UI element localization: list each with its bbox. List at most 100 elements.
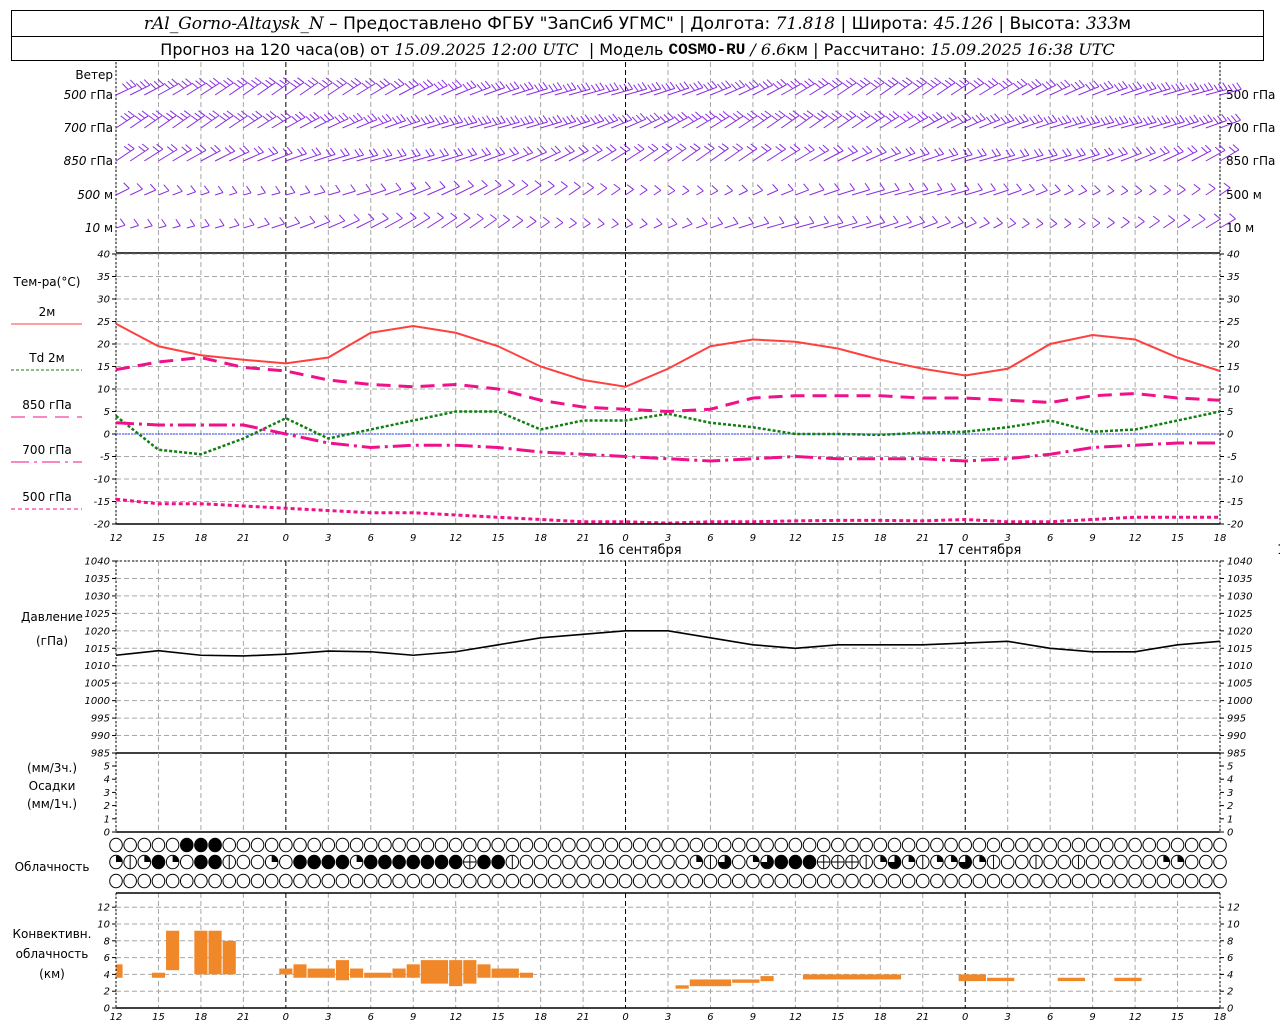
cloud-cover-circle: [151, 873, 166, 889]
temp-ytick-label: 15: [97, 362, 110, 373]
wind-barb-feather: [161, 218, 167, 227]
cloud-cover-circle: [746, 837, 760, 853]
wind-barb-feather: [547, 180, 555, 187]
cloud-cover-circle: [1128, 854, 1142, 870]
cloud-cover-circle: [774, 854, 789, 870]
wind-barb-feather: [656, 218, 663, 225]
wind-barb-feather: [818, 146, 826, 153]
wind-barb-feather: [780, 78, 787, 86]
conv-ytick-label-right: 12: [1227, 903, 1240, 914]
wind-barb-feather: [181, 146, 189, 153]
wind-barb-feather: [185, 144, 192, 151]
wind-barb: [710, 148, 729, 162]
wind-barb-feather: [1022, 218, 1030, 224]
cloud-cover-circle: [774, 873, 789, 889]
wind-barb: [993, 189, 1009, 196]
temp-ytick-label-right: 10: [1227, 385, 1240, 396]
wind-barb-feather: [647, 146, 655, 152]
wind-barb-feather: [1045, 81, 1053, 88]
wind-barb: [1134, 190, 1143, 196]
wind-barb-feather: [1000, 116, 1007, 124]
wind-barb-feather: [800, 82, 808, 89]
wind-barb-feather: [291, 115, 298, 122]
wind-barb: [512, 220, 524, 229]
wind-barb: [993, 222, 1003, 229]
wind-barb-feather: [523, 82, 530, 91]
x-tick-label-bottom: 15: [831, 1012, 844, 1023]
wind-barb: [625, 223, 633, 229]
wind-barb-feather: [433, 83, 440, 90]
wind-barb-feather: [514, 115, 520, 123]
wind-barb-feather: [251, 79, 259, 86]
conv-cloud-bar: [335, 960, 350, 981]
wind-barb-feather: [1009, 217, 1017, 224]
cloud-cover-circle: [1213, 837, 1227, 853]
wind-barb: [271, 223, 285, 229]
wind-barb: [115, 115, 135, 129]
wind-barb: [158, 115, 177, 129]
cloud-cover-circle: [321, 854, 336, 870]
wind-barb-feather: [282, 77, 291, 83]
wind-barb-feather: [205, 115, 213, 121]
x-tick-label-bottom: 18: [195, 1012, 208, 1023]
wind-barb-feather: [434, 117, 441, 125]
wind-barb-feather: [562, 117, 568, 125]
wind-barb-feather: [934, 77, 942, 83]
wind-barb-feather: [149, 82, 157, 90]
wind-barb: [611, 223, 619, 229]
wind-barb-feather: [422, 81, 430, 88]
wind-barb-feather: [447, 83, 455, 91]
wind-barb: [200, 191, 210, 196]
wind-barb-feather: [1051, 114, 1058, 122]
wind-barb-feather: [414, 114, 421, 122]
wind-barb-feather: [762, 81, 770, 88]
x-tick-label: 9: [750, 533, 756, 544]
wind-barb-feather: [870, 82, 878, 88]
wind-barb-feather: [852, 215, 858, 223]
conv-ytick-label-right: 0: [1227, 1004, 1233, 1015]
wind-barb-feather: [687, 115, 695, 122]
x-tick-label: 15: [1171, 533, 1184, 544]
wind-barb-feather: [590, 84, 597, 92]
wind-barb-feather: [849, 77, 857, 84]
cloud-title: Облачность: [15, 860, 90, 874]
cloud-cover-circle: [491, 854, 505, 870]
cloud-cover-circle: [165, 873, 180, 889]
cloud-cover-circle: [816, 837, 831, 853]
wind-barb: [328, 220, 345, 229]
wind-barb-feather: [195, 146, 203, 153]
wind-barb-feather: [199, 144, 207, 151]
wind-barb-feather: [919, 77, 927, 83]
wind-barb-feather: [679, 82, 686, 90]
wind-barb-feather: [304, 82, 312, 88]
wind-barb-feather: [746, 145, 754, 152]
temp-ytick-label-right: 0: [1227, 430, 1233, 441]
legend-label-t700-line: 700 гПа: [22, 443, 71, 457]
wind-barb-feather: [916, 79, 924, 86]
wind-barb-feather: [338, 214, 346, 222]
cloud-cover-circle: [1114, 854, 1128, 870]
cloud-cover-circle: [972, 837, 987, 853]
wind-barb: [979, 189, 996, 196]
wind-barb-feather: [1054, 184, 1061, 191]
wind-barb-feather: [135, 83, 143, 90]
wind-barb: [837, 115, 857, 129]
wind-barb-feather: [138, 146, 146, 152]
wind-barb-feather: [297, 148, 303, 156]
wind-barb-feather: [586, 182, 594, 188]
wind-barb: [865, 82, 885, 96]
wind-barb-feather: [426, 79, 434, 86]
wind-barb-feather: [851, 145, 858, 152]
wind-barb-feather: [718, 113, 726, 120]
wind-barb-feather: [635, 114, 643, 122]
cloud-cover-circle: [816, 873, 831, 889]
wind-barb-feather: [275, 82, 283, 88]
x-tick-label-bottom: 0: [962, 1012, 968, 1023]
wind-barb-feather: [396, 212, 403, 219]
wind-barb-feather: [379, 80, 387, 87]
cloud-cover-circle: [930, 873, 944, 889]
cloud-cover-circle: [250, 854, 265, 870]
wind-barb: [144, 189, 156, 196]
pres-ytick-label-right: 1010: [1227, 661, 1252, 672]
wind-barb: [200, 115, 220, 129]
